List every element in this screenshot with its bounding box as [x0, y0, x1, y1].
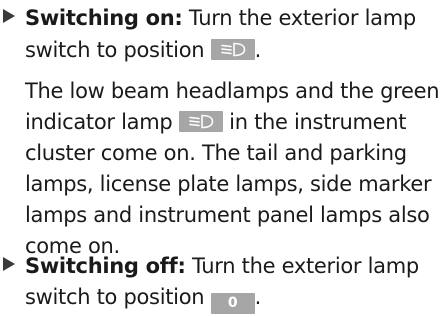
- step-off-text-b: switch to position: [25, 285, 211, 309]
- step-off-text-c: .: [254, 285, 262, 309]
- step-on-text-b: switch to position: [25, 38, 211, 62]
- step-off-text-a: Turn the exterior lamp: [185, 254, 419, 278]
- step-off-line-1: Switching off: Turn the exterior lamp: [25, 250, 419, 283]
- description-line-3: cluster come on. The tail and parking: [25, 141, 407, 165]
- step-on-title: Switching on:: [25, 6, 183, 30]
- description-line-2-a: indicator lamp: [25, 110, 179, 134]
- description-line-2: indicator lamp in the instrument: [25, 106, 407, 139]
- step-on-line-1: Switching on: Turn the exterior lamp: [25, 2, 416, 35]
- off-position-symbol: 0: [210, 293, 255, 314]
- step-on-text-c: .: [254, 38, 262, 62]
- description-line-5: lamps and instrument panel lamps also: [25, 203, 430, 227]
- step-on-text-a: Turn the exterior lamp: [182, 6, 416, 30]
- description-line-4: lamps, license plate lamps, side marker: [25, 172, 432, 196]
- bullet-triangle-icon: [3, 257, 15, 271]
- low-beam-headlamp-icon: [210, 39, 255, 60]
- instruction-page: Switching on: Turn the exterior lamp swi…: [0, 0, 445, 317]
- description-line-1: The low beam headlamps and the green: [25, 79, 440, 103]
- step-off-title: Switching off:: [25, 254, 186, 278]
- bullet-triangle-icon: [3, 9, 15, 23]
- step-on-line-2: switch to position .: [25, 34, 261, 67]
- low-beam-indicator-icon: [178, 111, 223, 132]
- description-line-2-b: in the instrument: [222, 110, 407, 134]
- step-off-line-2: switch to position 0.: [25, 281, 261, 314]
